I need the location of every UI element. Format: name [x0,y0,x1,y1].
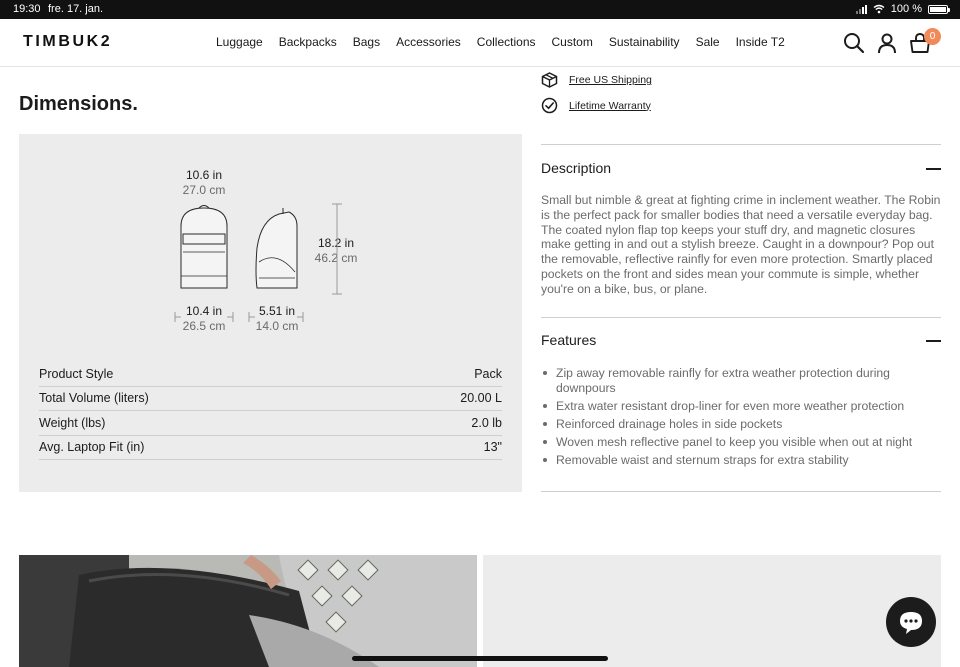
dimensions-panel: 10.6 in 27.0 cm 18.2 in 46.2 cm 10.4 in … [19,134,522,492]
divider [541,491,941,492]
spec-value: Pack [474,366,502,381]
spec-row: Total Volume (liters) 20.00 L [39,387,502,411]
wifi-icon [873,4,885,14]
shipping-perk: Free US Shipping [541,72,652,88]
feature-item: Reinforced drainage holes in side pocket… [541,417,941,432]
status-date: fre. 17. jan. [48,3,104,15]
description-toggle[interactable]: Description [541,160,941,176]
features-heading: Features [541,332,597,348]
status-time: 19:30 [13,3,41,15]
battery-icon [928,4,950,14]
nav-sustainability[interactable]: Sustainability [609,35,680,49]
feature-item: Woven mesh reflective panel to keep you … [541,435,941,450]
account-icon[interactable] [876,32,898,54]
search-icon[interactable] [843,32,865,54]
top-width-label: 10.6 in 27.0 cm [182,168,226,197]
feature-item: Extra water resistant drop-liner for eve… [541,399,941,414]
cellular-signal-icon [855,4,867,14]
main-nav: Luggage Backpacks Bags Accessories Colle… [216,35,801,49]
lifetime-warranty-link[interactable]: Lifetime Warranty [569,100,651,112]
divider [541,144,941,145]
spec-value: 20.00 L [460,391,502,406]
lifestyle-photo [19,555,477,667]
spec-label: Avg. Laptop Fit (in) [39,440,145,455]
spec-row: Weight (lbs) 2.0 lb [39,411,502,436]
nav-collections[interactable]: Collections [477,35,536,49]
product-image [483,555,941,667]
spec-label: Product Style [39,366,114,381]
box-icon [541,72,558,88]
spec-value: 2.0 lb [471,415,502,430]
description-text: Small but nimble & great at fighting cri… [541,193,941,296]
badge-check-icon [541,97,558,114]
home-indicator[interactable] [352,656,608,661]
site-header: TIMBUK2 Luggage Backpacks Bags Accessori… [0,19,960,67]
dimensions-heading: Dimensions. [19,93,138,115]
status-bar: 19:30 fre. 17. jan. 100 % [0,0,960,19]
description-heading: Description [541,160,612,176]
divider [541,317,941,318]
nav-inside-t2[interactable]: Inside T2 [736,35,785,49]
spec-row: Avg. Laptop Fit (in) 13" [39,436,502,460]
feature-item: Zip away removable rainfly for extra wea… [541,366,941,396]
collapse-minus-icon[interactable] [926,168,941,170]
free-shipping-link[interactable]: Free US Shipping [569,74,652,86]
spec-label: Total Volume (liters) [39,391,149,406]
nav-sale[interactable]: Sale [696,35,720,49]
nav-custom[interactable]: Custom [552,35,593,49]
nav-backpacks[interactable]: Backpacks [279,35,337,49]
spec-label: Weight (lbs) [39,415,106,430]
features-list: Zip away removable rainfly for extra wea… [541,366,941,471]
backpack-dimension-illustration [174,203,342,322]
spec-value: 13" [483,440,502,455]
battery-percent: 100 % [890,3,922,15]
spec-row: Product Style Pack [39,362,502,387]
nav-accessories[interactable]: Accessories [396,35,461,49]
nav-bags[interactable]: Bags [353,35,380,49]
nav-luggage[interactable]: Luggage [216,35,263,49]
cart-count-badge[interactable]: 0 [924,28,941,45]
warranty-perk: Lifetime Warranty [541,97,651,114]
backpack-photo-image [19,555,477,667]
chat-bubble-icon [900,612,922,634]
timbuk2-logo[interactable]: TIMBUK2 [23,33,112,51]
spec-table: Product Style Pack Total Volume (liters)… [39,362,502,460]
collapse-minus-icon[interactable] [926,340,941,342]
chat-button[interactable] [886,597,936,647]
feature-item: Removable waist and sternum straps for e… [541,453,941,468]
features-toggle[interactable]: Features [541,332,941,348]
status-indicators: 100 % [855,3,950,15]
